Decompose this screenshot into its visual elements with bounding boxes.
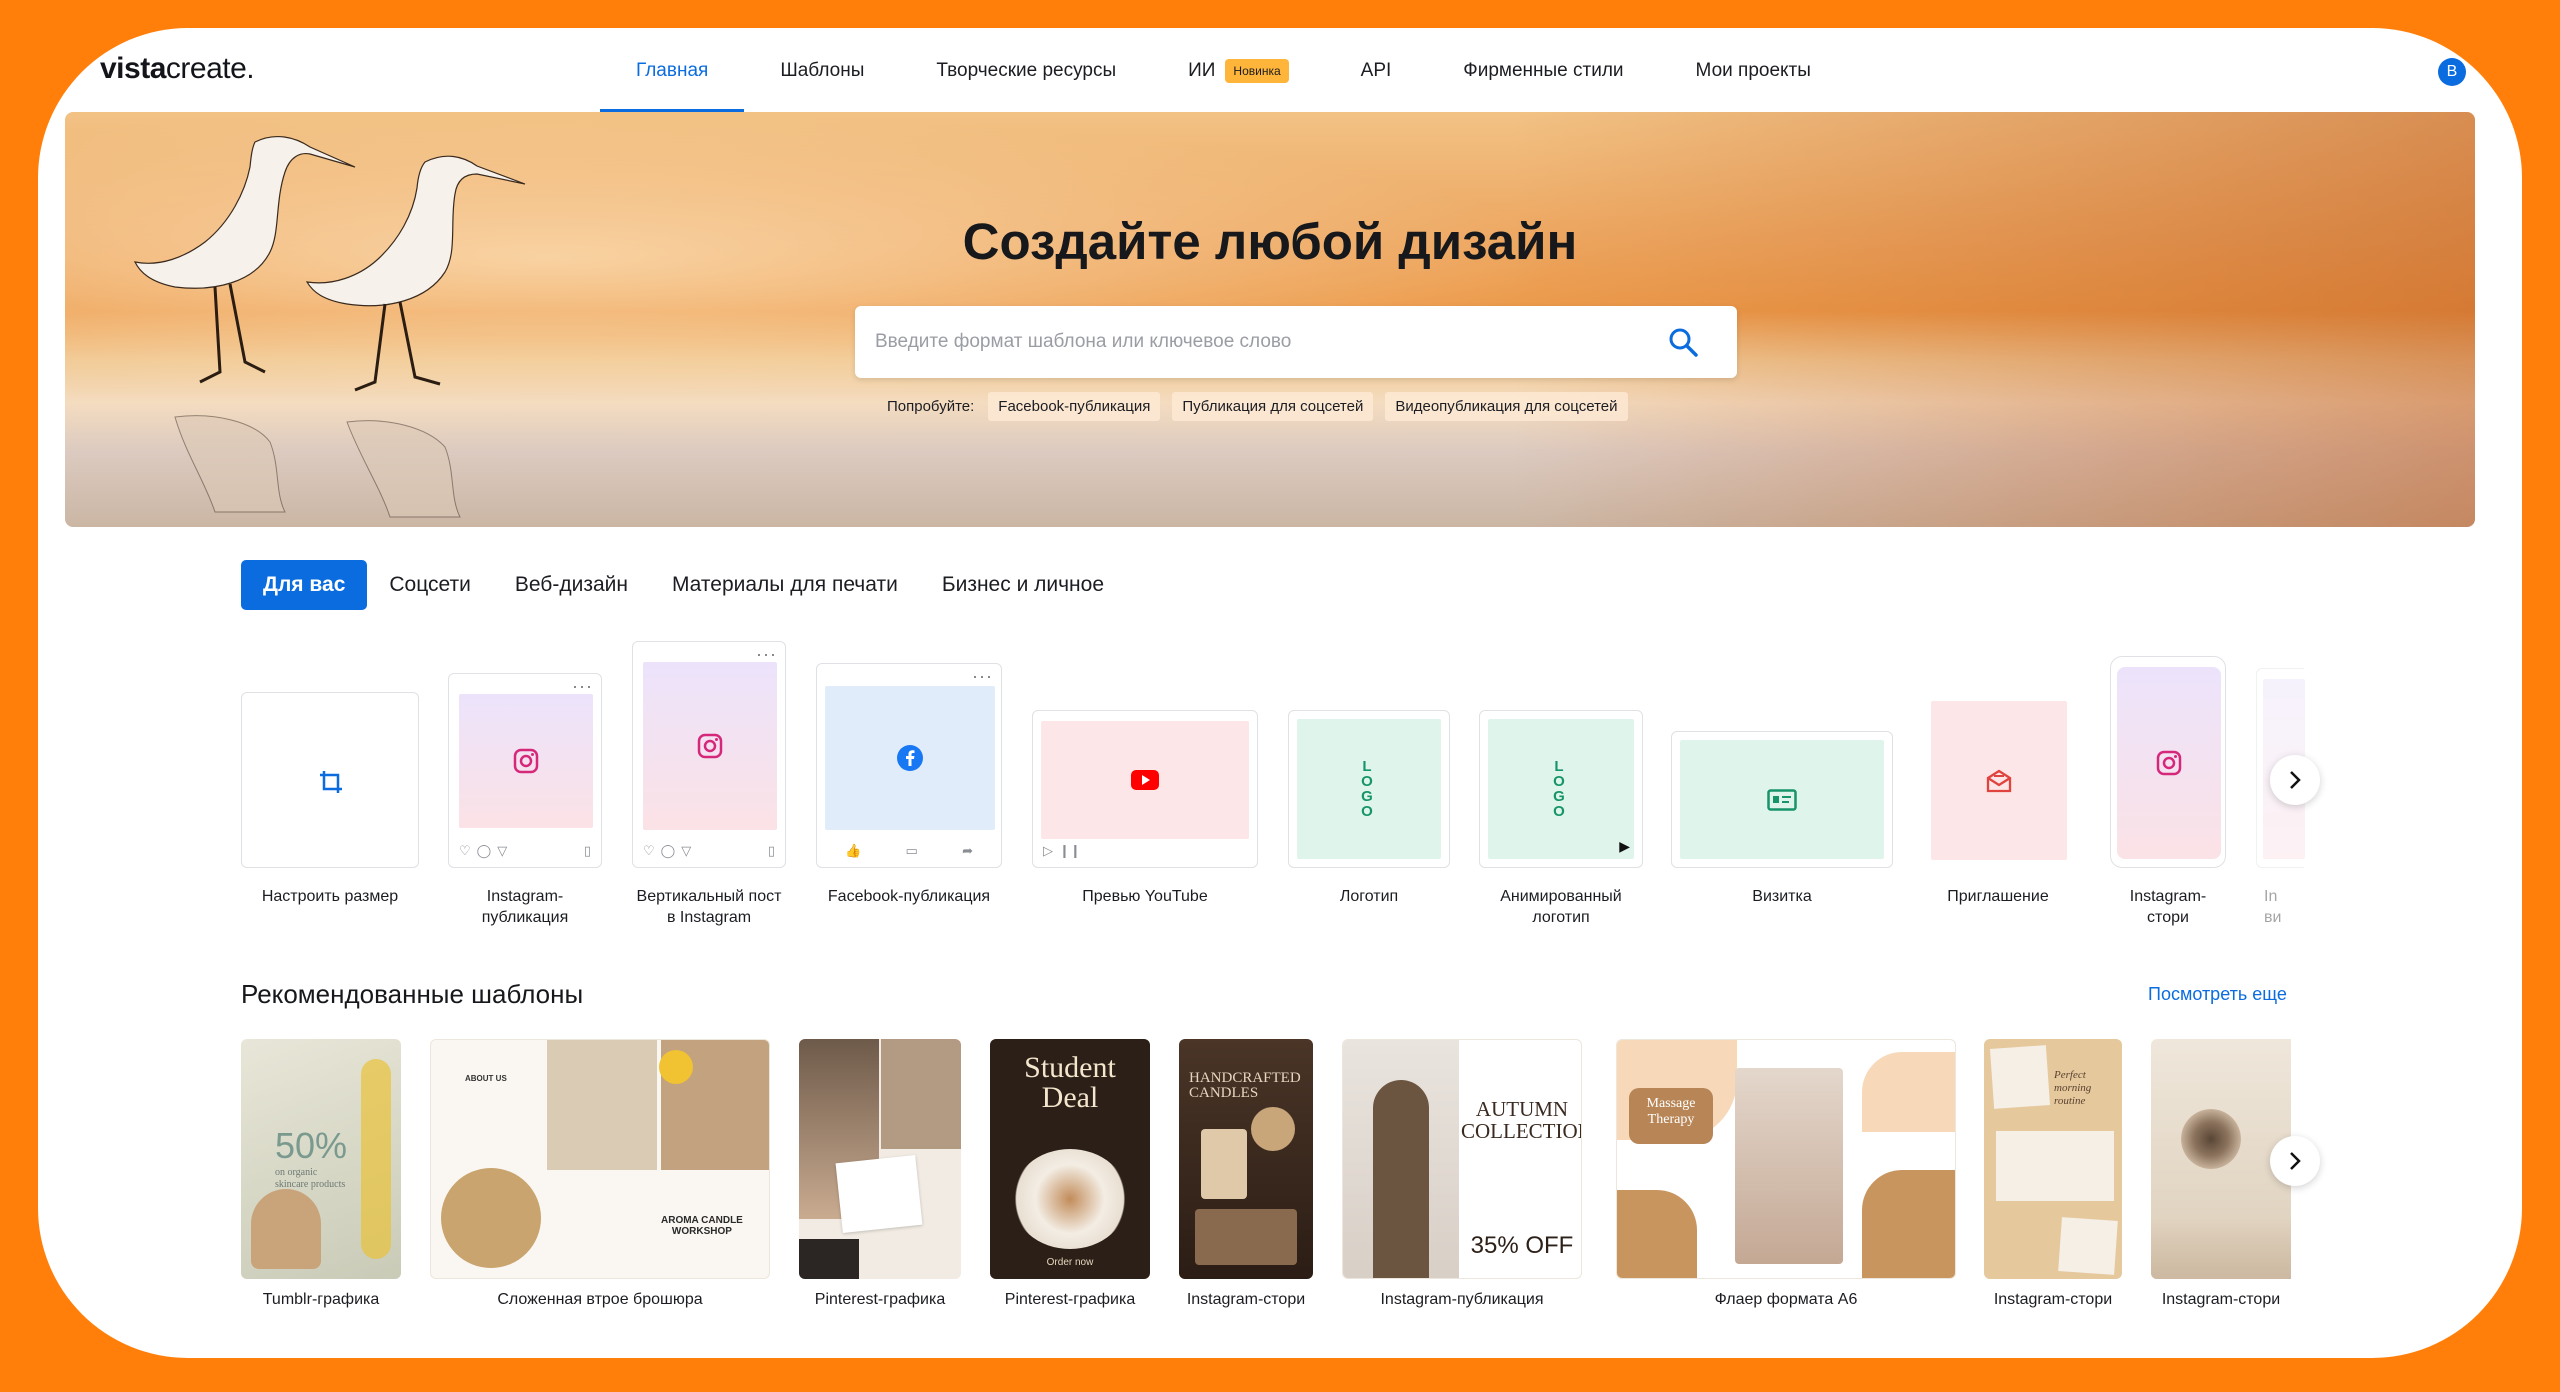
format-label: Анимированный логотип (1500, 888, 1622, 926)
more-icon: ··· (972, 666, 993, 686)
tab-for-you[interactable]: Для вас (241, 560, 368, 610)
template-card[interactable]: Perfect morning routine (1984, 1039, 2122, 1279)
suggestion-chip[interactable]: Видеопубликация для соцсетей (1385, 392, 1628, 421)
suggestion-chip[interactable]: Публикация для соцсетей (1172, 392, 1374, 421)
template-label: Pinterest-графика (814, 1291, 946, 1308)
chevron-right-icon (2290, 1152, 2301, 1170)
play-icon: ▶ (1619, 838, 1630, 854)
template-card[interactable]: Student Deal Order now (990, 1039, 1150, 1279)
main-nav: Главная Шаблоны Творческие ресурсы ИИ Нов… (600, 28, 1847, 113)
nav-home[interactable]: Главная (600, 28, 745, 113)
facebook-icon (897, 745, 923, 771)
nav-creative-assets[interactable]: Творческие ресурсы (900, 28, 1152, 113)
template-card[interactable]: Massage Therapy (1616, 1039, 1956, 1279)
template-label: Флаер формата А6 (1714, 1291, 1858, 1308)
template-label: Instagram-стори (2161, 1291, 2281, 1308)
search-icon[interactable] (1667, 326, 1699, 358)
social-actions: ♡ ◯ ▽ ▯ (459, 843, 591, 858)
new-badge: Новинка (1225, 58, 1289, 83)
tab-web-design[interactable]: Веб-дизайн (493, 560, 650, 610)
template-card[interactable] (799, 1039, 961, 1279)
format-label: Вертикальный пост в Instagram (636, 888, 782, 926)
format-facebook-post[interactable]: ··· 👍 ▭ ➦ (816, 663, 1002, 868)
format-label: Facebook-публикация (827, 888, 991, 905)
template-card[interactable]: ABOUT US AROMA CANDLE WORKSHOP (430, 1039, 770, 1279)
format-label: Instagram- стори (2129, 888, 2207, 926)
hero-banner: Создайте любой дизайн Попробуйте: Facebo… (65, 112, 2475, 527)
tab-social[interactable]: Соцсети (367, 560, 492, 610)
egret-image (133, 135, 526, 518)
id-card-icon (1767, 788, 1797, 811)
hero-title: Создайте любой дизайн (962, 213, 1578, 270)
template-label: Tumblr-графика (262, 1291, 380, 1308)
format-instagram-vertical[interactable]: ··· ♡ ◯ ▽ ▯ (632, 641, 786, 868)
crop-icon (320, 771, 342, 793)
format-youtube-thumbnail[interactable]: ▷ ❙❙ (1032, 710, 1258, 868)
template-label: Instagram-стори (1993, 1291, 2113, 1308)
format-custom-size[interactable] (241, 692, 419, 868)
format-business-card[interactable] (1671, 731, 1893, 868)
template-card[interactable]: AUTUMN COLLECTION 35% OFF (1342, 1039, 1582, 1279)
search-suggestions: Попробуйте: Facebook-публикация Публикац… (887, 392, 1628, 421)
instagram-icon (513, 748, 539, 774)
format-instagram-story[interactable] (2110, 656, 2226, 868)
nav-my-projects[interactable]: Мои проекты (1660, 28, 1847, 113)
format-logo[interactable]: LOGO (1288, 710, 1450, 868)
template-label: Instagram-стори (1186, 1291, 1306, 1308)
format-label: Визитка (1752, 888, 1812, 905)
player-controls: ▷ ❙❙ (1043, 843, 1081, 858)
nav-brand-kits[interactable]: Фирменные стили (1427, 28, 1659, 113)
chevron-right-icon (2290, 771, 2301, 789)
youtube-icon (1131, 770, 1159, 790)
recommended-title: Рекомендованные шаблоны (241, 979, 584, 1009)
search-box (855, 306, 1737, 378)
format-label: In ви (2264, 888, 2282, 926)
nav-templates[interactable]: Шаблоны (744, 28, 900, 113)
formats-next-arrow[interactable] (2270, 755, 2320, 805)
format-invitation[interactable] (1923, 673, 2073, 868)
social-actions: 👍 ▭ ➦ (845, 843, 973, 858)
instagram-icon (697, 733, 723, 759)
instagram-icon (2156, 750, 2182, 776)
search-input[interactable] (875, 306, 1635, 378)
template-label: Сложенная втрое брошюра (497, 1291, 703, 1308)
header: vistacreate. Главная Шаблоны Творческие … (38, 28, 2522, 113)
template-label: Instagram-публикация (1380, 1291, 1544, 1308)
tab-business[interactable]: Бизнес и личное (920, 560, 1126, 610)
logo-icon: LOGO (1361, 758, 1377, 820)
avatar[interactable]: В (2438, 58, 2466, 86)
category-tabs: Для вас Соцсети Веб-дизайн Материалы для… (241, 560, 1126, 610)
envelope-icon (1986, 769, 2012, 792)
tab-print[interactable]: Материалы для печати (650, 560, 920, 610)
format-label: Логотип (1339, 888, 1399, 905)
format-animated-logo[interactable]: LOGO ▶ (1479, 710, 1643, 868)
vistacreate-logo[interactable]: vistacreate. (100, 52, 255, 86)
template-card[interactable]: HANDCRAFTED CANDLES (1179, 1039, 1313, 1279)
try-label: Попробуйте: (887, 398, 975, 415)
format-label: Настроить размер (261, 888, 399, 905)
templates-next-arrow[interactable] (2270, 1136, 2320, 1186)
page-frame: vistacreate. Главная Шаблоны Творческие … (38, 28, 2522, 1358)
suggestion-chip[interactable]: Facebook-публикация (988, 392, 1161, 421)
nav-api[interactable]: API (1325, 28, 1428, 113)
see-more-link[interactable]: Посмотреть еще (2148, 984, 2287, 1005)
format-label: Превью YouTube (1082, 888, 1208, 905)
logo-icon: LOGO (1553, 758, 1569, 820)
template-label: Pinterest-графика (1004, 1291, 1136, 1308)
format-label: Instagram- публикация (481, 888, 569, 926)
nav-ai[interactable]: ИИ Новинка (1152, 28, 1325, 113)
template-card[interactable]: 50% on organic skincare products (241, 1039, 401, 1279)
format-instagram-post[interactable]: ··· ♡ ◯ ▽ ▯ (448, 673, 602, 868)
social-actions: ♡ ◯ ▽ ▯ (643, 843, 775, 858)
